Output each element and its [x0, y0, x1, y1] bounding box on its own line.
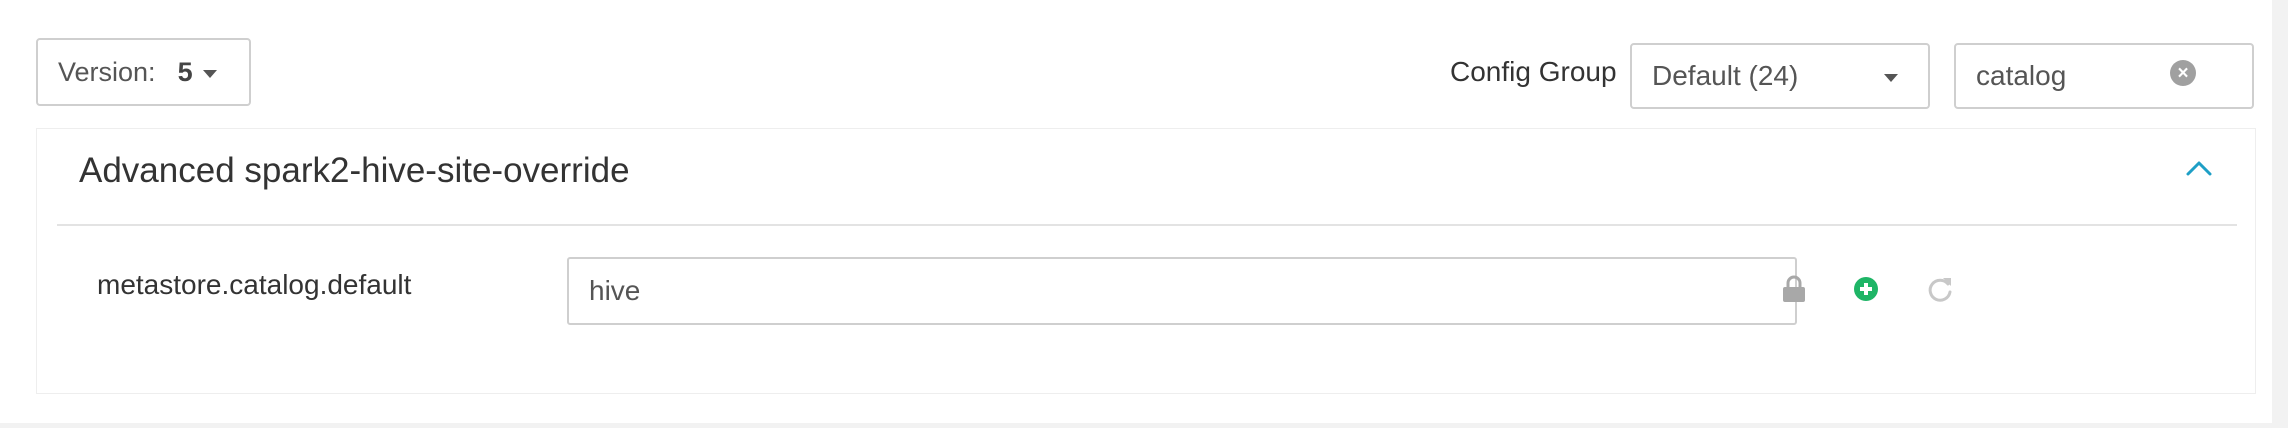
chevron-up-icon[interactable]	[2185, 159, 2213, 182]
lock-icon[interactable]	[1782, 275, 1806, 308]
section-title[interactable]: Advanced spark2-hive-site-override	[79, 151, 630, 191]
clear-circle-icon[interactable]: ×	[2170, 60, 2196, 86]
config-group-select[interactable]: Default (24)	[1630, 43, 1930, 109]
version-dropdown[interactable]: Version: 5	[36, 38, 251, 106]
caret-down-icon	[202, 70, 217, 78]
caret-down-icon	[1884, 74, 1898, 82]
config-page: Version: 5 Config Group Default (24) × A…	[0, 0, 2288, 423]
property-value-input[interactable]	[567, 257, 1797, 325]
version-number: 5	[177, 56, 193, 87]
filter-box: ×	[1954, 43, 2288, 109]
section-divider	[57, 224, 2237, 226]
refresh-icon[interactable]	[1926, 275, 1954, 308]
property-name: metastore.catalog.default	[97, 269, 412, 300]
version-label: Version:	[58, 56, 156, 87]
plus-circle-icon[interactable]	[1853, 276, 1879, 307]
config-group-label: Config Group	[1450, 56, 1617, 87]
filter-input[interactable]	[1956, 45, 2288, 107]
config-group-value: Default (24)	[1652, 60, 1799, 91]
config-section-panel: Advanced spark2-hive-site-override metas…	[36, 128, 2256, 394]
